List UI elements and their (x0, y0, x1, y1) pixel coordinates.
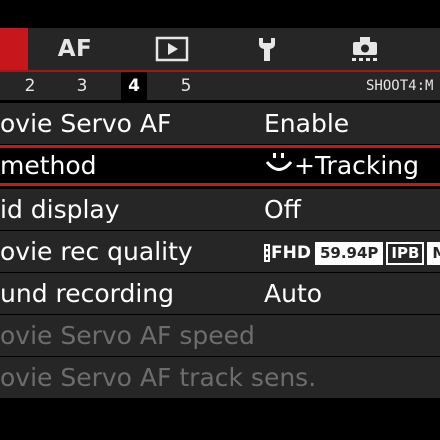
row-label: ovie Servo AF track sens. (0, 363, 317, 392)
menu-row-movie-rec-quality[interactable]: ovie rec quality FHD 59.94P IPB M (0, 231, 440, 272)
subtab-3[interactable]: 3 (69, 72, 95, 100)
menu-row-servo-af-speed: ovie Servo AF speed (0, 315, 440, 356)
rec-frame-rate: 59.94P (314, 241, 384, 265)
face-tracking-icon (265, 153, 293, 171)
row-label: method (0, 151, 97, 180)
mymenu-icon (352, 37, 377, 61)
play-icon (155, 36, 189, 62)
row-value: Off (264, 195, 301, 224)
row-label: und recording (0, 279, 175, 308)
film-size-icon (264, 244, 270, 262)
wrench-icon (259, 38, 275, 61)
row-label: ovie rec quality (0, 237, 193, 266)
rec-extra: M (427, 241, 440, 265)
row-label: id display (0, 195, 120, 224)
af-method-text: +Tracking (294, 151, 420, 180)
menu-row-movie-servo-af[interactable]: ovie Servo AF Enable (0, 103, 440, 144)
rec-compression: IPB (386, 241, 425, 265)
tab-mymenu[interactable] (348, 28, 382, 70)
row-label: ovie Servo AF (0, 109, 172, 138)
row-value: FHD 59.94P IPB M (264, 231, 440, 272)
tab-af[interactable]: AF (55, 28, 95, 70)
subtab-5[interactable]: 5 (173, 72, 199, 100)
tab-playback[interactable] (155, 28, 189, 70)
screen-label: SHOOT4:M (366, 78, 434, 94)
rec-size: FHD (271, 242, 311, 263)
menu-row-af-method[interactable]: method +Tracking (0, 145, 440, 186)
row-value: +Tracking (264, 148, 419, 183)
menu-row-sound-recording[interactable]: und recording Auto (0, 273, 440, 314)
row-label: ovie Servo AF speed (0, 321, 255, 350)
tab-setup[interactable] (252, 28, 282, 70)
subtab-4[interactable]: 4 (121, 72, 147, 100)
menu-row-servo-af-track-sens: ovie Servo AF track sens. (0, 357, 440, 398)
tab-af-label: AF (57, 36, 93, 62)
menu-row-grid-display[interactable]: id display Off (0, 189, 440, 230)
tab-shooting[interactable] (0, 28, 28, 70)
row-value: Enable (264, 109, 350, 138)
row-value: Auto (264, 279, 323, 308)
subtab-2[interactable]: 2 (17, 72, 43, 100)
